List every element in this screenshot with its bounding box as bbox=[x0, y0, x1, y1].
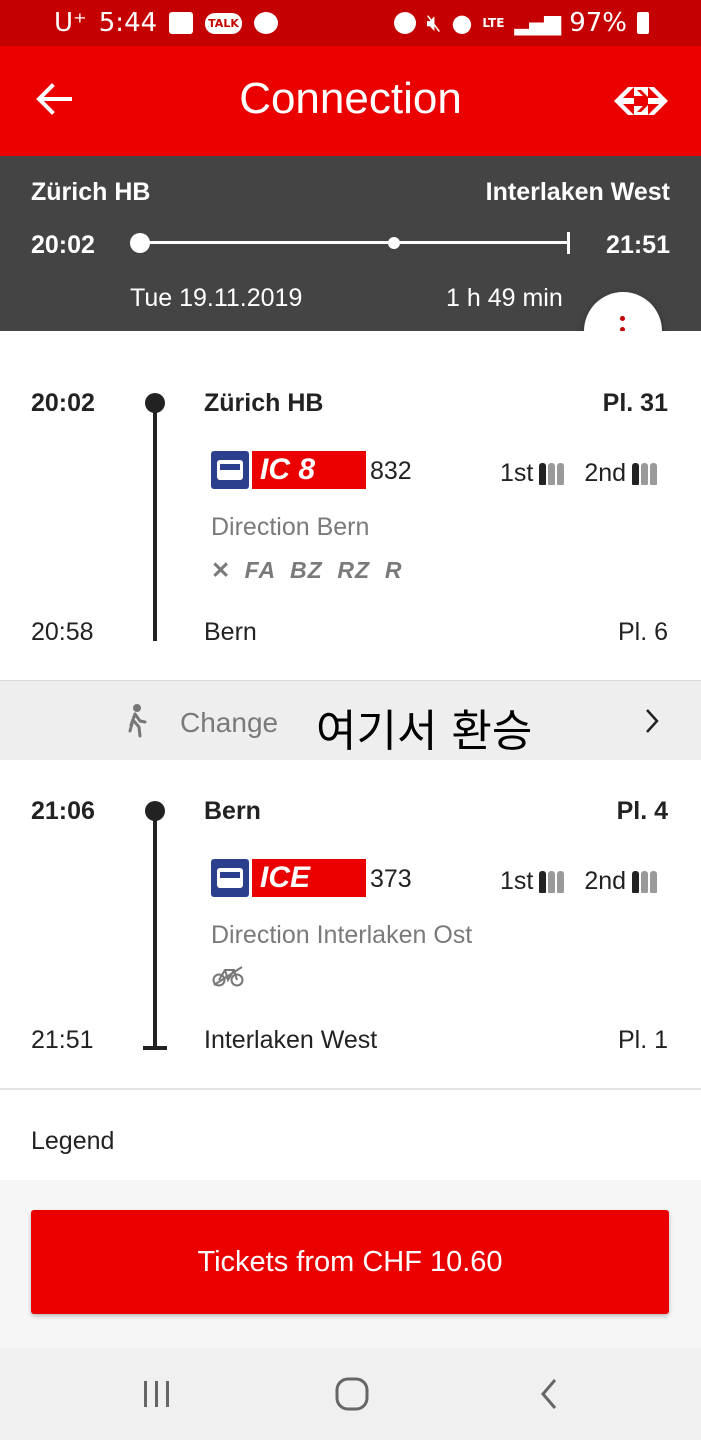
train-icon bbox=[211, 451, 249, 489]
bicycle-icon bbox=[212, 965, 244, 992]
leg-1-train-badge: IC 8 bbox=[211, 451, 366, 489]
leg-2-end-tick bbox=[143, 1046, 167, 1050]
page-title: Connection bbox=[239, 74, 462, 123]
occupancy-icon bbox=[539, 870, 565, 893]
system-back-button[interactable] bbox=[536, 1376, 562, 1412]
leg-1-arr-platform: Pl. 6 bbox=[617, 618, 668, 646]
train-icon bbox=[211, 859, 249, 897]
leg-2-arr-time: 21:51 bbox=[31, 1026, 94, 1054]
leg-1[interactable]: 20:02 Zürich HB Pl. 31 IC 8 832 1st 2nd … bbox=[0, 331, 701, 680]
change-dot bbox=[388, 237, 400, 249]
change-label: Change bbox=[180, 707, 279, 738]
first-class-label: 1st bbox=[500, 867, 534, 895]
leg-2-direction: Direction Interlaken Ost bbox=[211, 921, 473, 949]
change-row[interactable]: Change 여기서 환승 bbox=[0, 680, 701, 762]
lte-label: LTE bbox=[482, 16, 505, 30]
alarm-icon bbox=[394, 12, 417, 34]
leg-1-occupancy: 1st 2nd bbox=[500, 459, 658, 488]
leg-2-occupancy: 1st 2nd bbox=[500, 867, 658, 896]
summary-date: Tue 19.11.2019 bbox=[130, 284, 303, 312]
status-left: U⁺ 5:44 TALK bbox=[54, 8, 278, 38]
summary-arr-time: 21:51 bbox=[606, 231, 670, 259]
system-nav-bar bbox=[0, 1348, 701, 1440]
leg-2-arr-station: Interlaken West bbox=[204, 1026, 378, 1054]
carrier-label: U⁺ bbox=[54, 8, 87, 38]
chat-bubble-icon bbox=[253, 12, 278, 34]
restaurant-icon: ✕ bbox=[211, 557, 232, 583]
summary-duration: 1 h 49 min bbox=[446, 284, 563, 312]
tickets-button[interactable]: Tickets from CHF 10.60 bbox=[31, 1210, 669, 1314]
journey-progress-line bbox=[130, 232, 575, 254]
app-bar: Connection bbox=[0, 46, 701, 156]
leg-2-dep-station: Bern bbox=[204, 797, 261, 825]
mute-icon: 🔇︎ bbox=[426, 9, 442, 37]
status-bar: U⁺ 5:44 TALK 🔇︎ ● LTE ▂▄▆ 97% bbox=[0, 0, 701, 46]
second-class-label: 2nd bbox=[584, 867, 627, 895]
sbb-logo-icon bbox=[614, 87, 668, 115]
leg-2-train-number: 373 bbox=[370, 865, 412, 893]
leg-2-arr-platform: Pl. 1 bbox=[617, 1026, 668, 1054]
tickets-area: Tickets from CHF 10.60 bbox=[0, 1180, 701, 1348]
leg-2-dep-platform: Pl. 4 bbox=[616, 797, 668, 825]
recent-apps-button[interactable] bbox=[140, 1378, 174, 1410]
leg-1-arr-time: 20:58 bbox=[31, 618, 94, 646]
sbb-logo-button[interactable] bbox=[612, 84, 670, 118]
start-dot bbox=[130, 233, 150, 253]
legend-link[interactable]: Legend bbox=[31, 1127, 114, 1156]
occupancy-icon bbox=[632, 870, 658, 893]
walking-icon bbox=[122, 703, 150, 739]
leg-2[interactable]: 21:06 Bern Pl. 4 ICE 373 1st 2nd Directi… bbox=[0, 760, 701, 1088]
facility-codes: FA BZ RZ R bbox=[244, 557, 403, 583]
summary-dep-time: 20:02 bbox=[31, 231, 95, 259]
home-button[interactable] bbox=[334, 1376, 370, 1412]
change-annotation: 여기서 환승 bbox=[316, 706, 533, 757]
leg-2-dep-time: 21:06 bbox=[31, 797, 95, 825]
status-right: 🔇︎ ● LTE ▂▄▆ 97% bbox=[394, 8, 649, 38]
leg-1-direction: Direction Bern bbox=[211, 513, 370, 541]
end-tick bbox=[567, 232, 570, 254]
leg-1-dep-time: 20:02 bbox=[31, 389, 95, 417]
chevron-right-icon bbox=[644, 707, 660, 740]
talk-icon: TALK bbox=[205, 12, 242, 34]
leg-1-dep-platform: Pl. 31 bbox=[602, 389, 668, 417]
occupancy-icon bbox=[632, 462, 658, 485]
leg-2-train-badge: ICE bbox=[211, 859, 366, 897]
leg-1-dep-station: Zürich HB bbox=[204, 389, 324, 417]
second-class-label: 2nd bbox=[584, 459, 627, 487]
leg-1-facilities: ✕ FA BZ RZ R bbox=[211, 557, 402, 584]
gallery-icon bbox=[169, 12, 194, 34]
status-time: 5:44 bbox=[98, 8, 158, 38]
signal-icon: ▂▄▆ bbox=[514, 10, 561, 36]
leg-2-line bbox=[153, 809, 157, 1049]
leg-1-line bbox=[153, 401, 157, 641]
home-icon bbox=[335, 1377, 369, 1411]
first-class-label: 1st bbox=[500, 459, 534, 487]
leg-1-train-number: 832 bbox=[370, 457, 412, 485]
leg-1-arr-station: Bern bbox=[204, 618, 257, 646]
occupancy-icon bbox=[539, 462, 565, 485]
recent-apps-icon bbox=[144, 1381, 169, 1407]
battery-icon bbox=[637, 12, 649, 34]
divider bbox=[0, 1088, 701, 1090]
leg-2-train-label: ICE bbox=[252, 859, 366, 897]
location-icon: ● bbox=[451, 9, 473, 37]
system-back-icon bbox=[541, 1379, 557, 1409]
summary-from: Zürich HB bbox=[31, 178, 151, 206]
summary-to: Interlaken West bbox=[485, 178, 670, 206]
leg-1-train-label: IC 8 bbox=[252, 451, 366, 489]
battery-percent: 97% bbox=[569, 8, 627, 38]
